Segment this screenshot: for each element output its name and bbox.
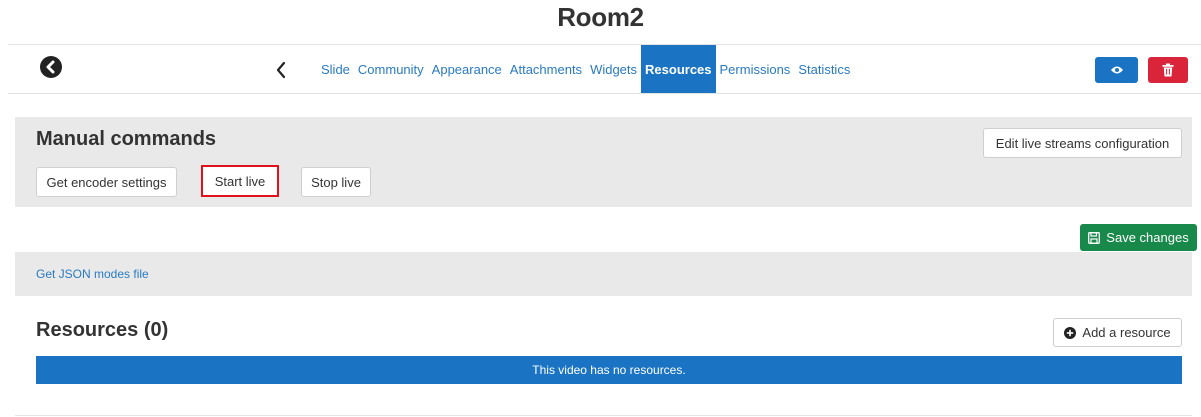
save-changes-button[interactable]: Save changes (1080, 224, 1197, 251)
edit-live-streams-button[interactable]: Edit live streams configuration (983, 128, 1182, 158)
view-button[interactable] (1095, 57, 1138, 83)
divider (15, 415, 1192, 416)
tab-statistics[interactable]: Statistics (794, 45, 854, 93)
empty-resources-message: This video has no resources. (36, 356, 1182, 384)
tab-bar: Slide Community Appearance Attachments W… (317, 45, 854, 93)
save-changes-label: Save changes (1106, 230, 1189, 245)
tab-community[interactable]: Community (354, 45, 428, 93)
get-json-modes-link[interactable]: Get JSON modes file (36, 267, 149, 281)
add-resource-label: Add a resource (1082, 325, 1171, 340)
tab-appearance[interactable]: Appearance (428, 45, 506, 93)
trash-icon (1162, 63, 1174, 77)
resources-title: Resources (0) (36, 319, 169, 341)
circle-chevron-left-icon[interactable] (40, 56, 62, 78)
tab-slide[interactable]: Slide (317, 45, 354, 93)
page-title: Room2 (557, 2, 644, 32)
get-encoder-settings-button[interactable]: Get encoder settings (36, 167, 177, 197)
plus-circle-icon (1064, 326, 1077, 339)
manual-commands-panel: Manual commands Get encoder settings Sta… (15, 117, 1192, 207)
tab-attachments[interactable]: Attachments (506, 45, 586, 93)
save-icon (1088, 231, 1101, 244)
start-live-button[interactable]: Start live (201, 165, 279, 197)
tab-widgets[interactable]: Widgets (586, 45, 641, 93)
stop-live-button[interactable]: Stop live (301, 167, 371, 197)
eye-icon (1110, 66, 1123, 74)
top-navigation: Slide Community Appearance Attachments W… (8, 44, 1201, 94)
add-resource-button[interactable]: Add a resource (1053, 318, 1182, 347)
delete-button[interactable] (1148, 57, 1188, 83)
manual-commands-title: Manual commands (36, 128, 217, 150)
tab-resources[interactable]: Resources (641, 45, 716, 93)
tab-permissions[interactable]: Permissions (716, 45, 795, 93)
chevron-left-icon[interactable] (273, 58, 289, 82)
json-panel: Get JSON modes file (15, 252, 1192, 296)
